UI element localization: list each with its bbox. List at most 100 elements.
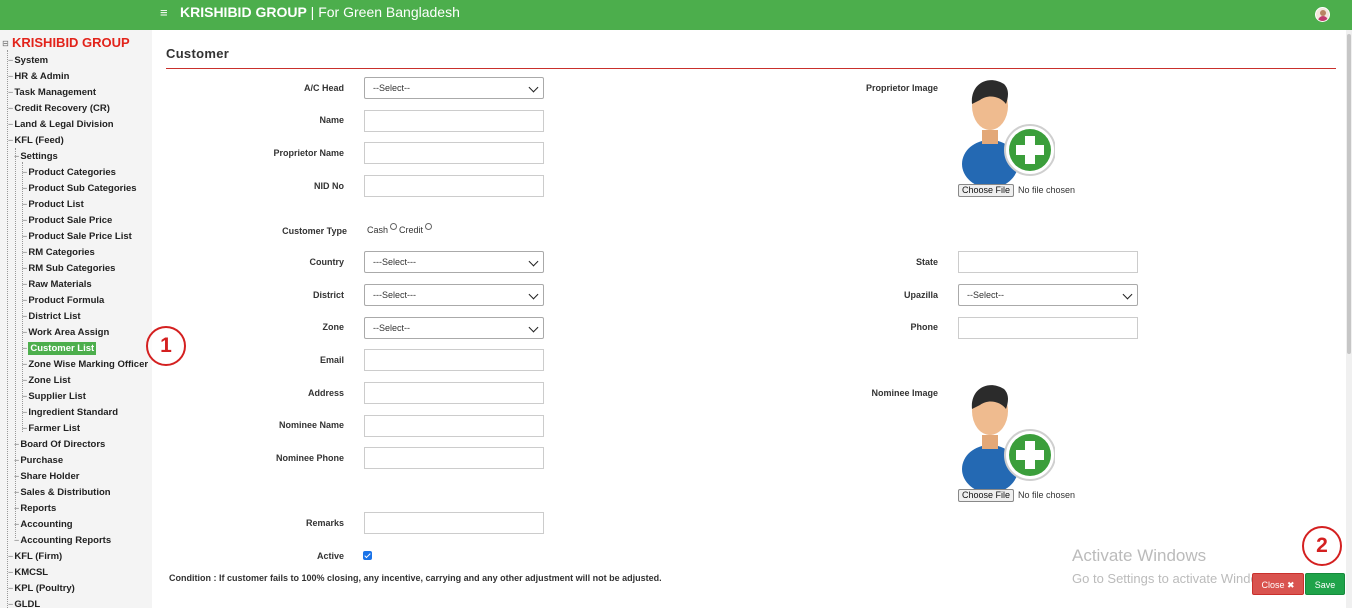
sidebar-item-label: GLDL <box>14 599 41 608</box>
sidebar-item-land-legal-division[interactable]: -- Land & Legal Division <box>8 118 114 132</box>
sidebar-item-product-categories[interactable]: -- Product Categories <box>22 166 116 180</box>
sidebar-item-gldl[interactable]: -- GLDL <box>8 598 40 608</box>
nominee-name-input[interactable] <box>364 415 544 437</box>
credit-label: Credit <box>399 225 424 235</box>
scrollbar-thumb[interactable] <box>1347 34 1351 354</box>
phone-input[interactable] <box>958 317 1138 339</box>
sidebar-item-label: KPL (Poultry) <box>14 583 75 594</box>
name-input[interactable] <box>364 110 544 132</box>
sidebar-item-product-formula[interactable]: -- Product Formula <box>22 294 104 308</box>
tree-connector: -- <box>22 295 27 306</box>
upazilla-select[interactable]: --Select-- <box>958 284 1138 306</box>
nominee-file-status: No file chosen <box>1018 490 1076 500</box>
email-input[interactable] <box>364 349 544 371</box>
sidebar-item-credit-recovery-cr[interactable]: -- Credit Recovery (CR) <box>8 102 110 116</box>
sidebar-item-raw-materials[interactable]: -- Raw Materials <box>22 278 92 292</box>
sidebar-item-ingredient-standard[interactable]: -- Ingredient Standard <box>22 406 118 420</box>
sidebar-item-kpl-poultry[interactable]: -- KPL (Poultry) <box>8 582 75 596</box>
user-avatar[interactable] <box>1315 7 1330 22</box>
sidebar-item-rm-categories[interactable]: -- RM Categories <box>22 246 95 260</box>
windows-activation-hint: Go to Settings to activate Windows. <box>1072 571 1278 586</box>
tree-connector: -- <box>14 151 19 162</box>
sidebar-item-board-of-directors[interactable]: -- Board Of Directors <box>14 438 105 452</box>
sidebar-item-product-list[interactable]: -- Product List <box>22 198 84 212</box>
district-select[interactable]: ---Select--- <box>364 284 544 306</box>
tree-connector: -- <box>14 455 19 466</box>
sidebar-item-label: Product Sub Categories <box>28 183 137 194</box>
proprietor-image-label: Proprietor Image <box>865 83 938 93</box>
sidebar-item-settings[interactable]: -- Settings <box>14 150 58 164</box>
sidebar-item-kfl-feed[interactable]: -- KFL (Feed) <box>8 134 64 148</box>
state-input[interactable] <box>958 251 1138 273</box>
sidebar-item-kmcsl[interactable]: -- KMCSL <box>8 566 48 580</box>
sidebar-item-label: Credit Recovery (CR) <box>14 103 110 114</box>
sidebar-item-label: Raw Materials <box>28 279 92 290</box>
sidebar-item-label: KFL (Firm) <box>14 551 63 562</box>
address-input[interactable] <box>364 382 544 404</box>
sidebar-item-label: Supplier List <box>28 391 86 402</box>
sidebar-item-rm-sub-categories[interactable]: -- RM Sub Categories <box>22 262 115 276</box>
tree-connector: -- <box>8 551 13 562</box>
sidebar-item-zone-list[interactable]: -- Zone List <box>22 374 71 388</box>
sidebar-item-work-area-assign[interactable]: -- Work Area Assign <box>22 326 109 340</box>
tree-connector: -- <box>22 215 27 226</box>
hamburger-menu-icon[interactable]: ≡ <box>160 6 170 19</box>
sidebar-item-zone-wise-marking-officer[interactable]: -- Zone Wise Marking Officer <box>22 358 148 372</box>
sidebar-item-system[interactable]: -- System <box>8 54 48 68</box>
close-button[interactable]: Close ✖ <box>1252 573 1304 595</box>
sidebar-item-purchase[interactable]: -- Purchase <box>14 454 63 468</box>
tree-collapse-icon[interactable]: ⊟ <box>2 39 9 48</box>
sidebar-item-product-sale-price[interactable]: -- Product Sale Price <box>22 214 112 228</box>
sidebar-item-customer-list[interactable]: -- Customer List <box>22 342 97 356</box>
nominee-phone-input[interactable] <box>364 447 544 469</box>
zone-label: Zone <box>322 322 345 332</box>
save-button[interactable]: Save <box>1305 573 1345 595</box>
tree-connector: -- <box>14 439 19 450</box>
nominee-choose-file-button[interactable]: Choose File <box>958 489 1015 502</box>
sidebar-item-accounting-reports[interactable]: -- Accounting Reports <box>14 534 111 548</box>
sidebar-item-task-management[interactable]: -- Task Management <box>8 86 96 100</box>
nominee-image-label: Nominee Image <box>871 388 938 398</box>
sidebar-item-farmer-list[interactable]: -- Farmer List <box>22 422 80 436</box>
cash-radio[interactable] <box>390 223 398 230</box>
sidebar-item-district-list[interactable]: -- District List <box>22 310 81 324</box>
sidebar-item-reports[interactable]: -- Reports <box>14 502 56 516</box>
country-value: ---Select--- <box>373 257 416 267</box>
sidebar-item-accounting[interactable]: -- Accounting <box>14 518 73 532</box>
sidebar-item-label: System <box>14 55 49 66</box>
zone-select[interactable]: --Select-- <box>364 317 544 339</box>
tree-connector: -- <box>22 423 27 434</box>
tree-connector: -- <box>22 183 27 194</box>
tree-connector: -- <box>8 87 13 98</box>
tree-connector: -- <box>8 71 13 82</box>
address-label: Address <box>307 388 344 398</box>
proprietor-name-input[interactable] <box>364 142 544 164</box>
sidebar-item-supplier-list[interactable]: -- Supplier List <box>22 390 86 404</box>
credit-radio[interactable] <box>425 223 433 230</box>
proprietor-avatar-placeholder-icon <box>962 80 1055 186</box>
proprietor-file-status: No file chosen <box>1018 185 1076 195</box>
name-label: Name <box>319 115 344 125</box>
sidebar-item-product-sale-price-list[interactable]: -- Product Sale Price List <box>22 230 132 244</box>
sidebar-root[interactable]: KRISHIBID GROUP <box>12 35 130 50</box>
sidebar-item-label: Reports <box>20 503 57 514</box>
country-select[interactable]: ---Select--- <box>364 251 544 273</box>
remarks-input[interactable] <box>364 512 544 534</box>
sidebar-item-sales-distribution[interactable]: -- Sales & Distribution <box>14 486 111 500</box>
active-checkbox[interactable] <box>363 551 372 560</box>
tree-connector: -- <box>8 567 13 578</box>
sidebar-item-label: Zone List <box>28 375 71 386</box>
nid-no-input[interactable] <box>364 175 544 197</box>
proprietor-choose-file-button[interactable]: Choose File <box>958 184 1015 197</box>
tree-connector: -- <box>14 519 19 530</box>
sidebar-item-product-sub-categories[interactable]: -- Product Sub Categories <box>22 182 137 196</box>
tree-connector: -- <box>22 199 27 210</box>
sidebar-item-share-holder[interactable]: -- Share Holder <box>14 470 79 484</box>
sidebar-item-kfl-firm[interactable]: -- KFL (Firm) <box>8 550 62 564</box>
customer-type-label: Customer Type <box>282 226 347 236</box>
ac-head-select[interactable]: --Select-- <box>364 77 544 99</box>
sidebar-item-hr-admin[interactable]: -- HR & Admin <box>8 70 69 84</box>
top-bar: ≡ KRISHIBID GROUP | For Green Bangladesh <box>0 0 1352 30</box>
sidebar-item-label: Settings <box>20 151 58 162</box>
tree-connector: -- <box>14 535 19 546</box>
